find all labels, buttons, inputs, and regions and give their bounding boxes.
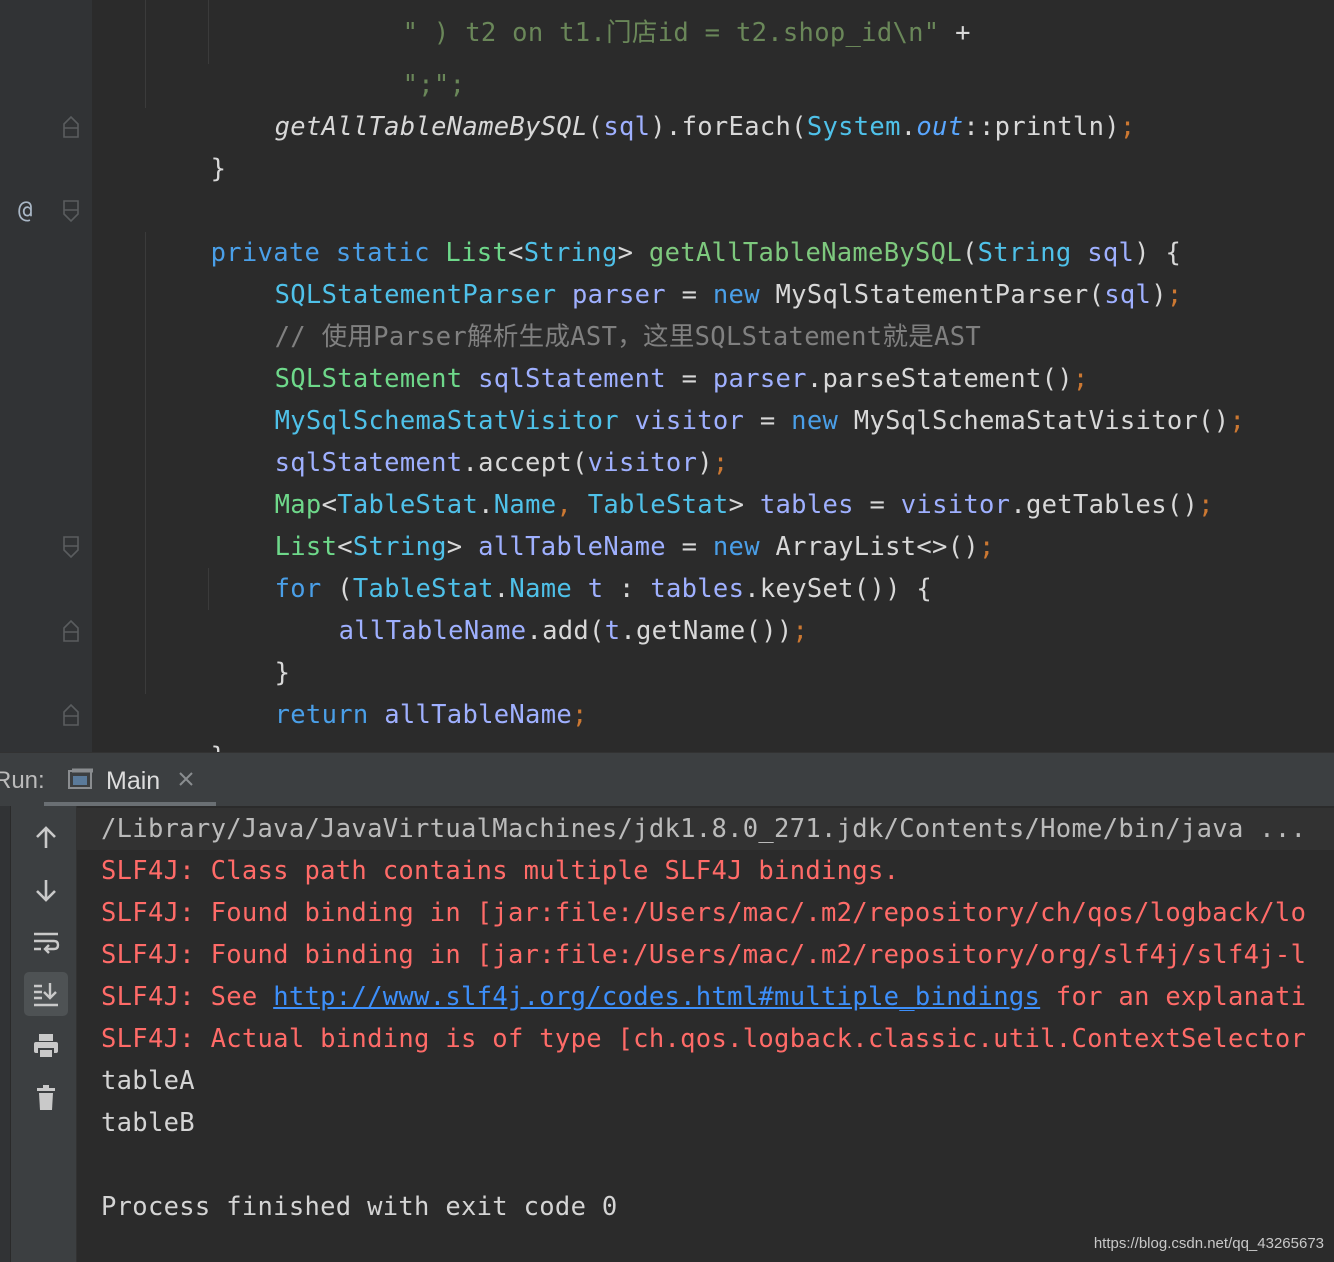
soft-wrap-button[interactable]: [24, 920, 68, 964]
console-window-icon: [68, 768, 93, 789]
arrow-up-icon: [36, 826, 56, 848]
console-error-line: SLF4J: Found binding in [jar:file:/Users…: [101, 940, 1307, 970]
indent-guide: [145, 0, 146, 108]
console-link[interactable]: http://www.slf4j.org/codes.html#multiple…: [273, 982, 1040, 1012]
close-icon[interactable]: [176, 769, 196, 789]
console-error-line: SLF4J: Class path contains multiple SLF4…: [101, 856, 900, 886]
printer-icon: [34, 1034, 58, 1059]
code-line-concat: ";";: [402, 70, 466, 100]
code-line-brace: }: [210, 154, 227, 184]
method-signature: private static List<String> getAllTableN…: [210, 238, 1182, 268]
run-label: Run:: [0, 767, 45, 794]
fold-start-icon[interactable]: [63, 200, 79, 222]
code-editor[interactable]: @ " ) t2 on t1.门店id = t2.shop_id\n" + ";…: [0, 0, 1334, 752]
code-line-accept: sqlStatement.accept(visitor);: [274, 448, 729, 478]
fold-end-icon[interactable]: [63, 620, 79, 642]
code-line-parser: SQLStatementParser parser = new MySqlSta…: [274, 280, 1183, 310]
code-comment: // 使用Parser解析生成AST，这里SQLStatement就是AST: [274, 322, 982, 352]
arrow-down-icon: [36, 880, 56, 902]
console-output[interactable]: /Library/Java/JavaVirtualMachines/jdk1.8…: [77, 806, 1334, 1262]
code-line-class-close: }: [84, 728, 162, 752]
run-toolbar: [0, 806, 77, 1262]
side-edge: [0, 806, 11, 1262]
code-line-add: allTableName.add(t.getName());: [338, 616, 809, 646]
fold-start-icon[interactable]: [63, 536, 79, 558]
scroll-to-end-button[interactable]: [24, 972, 68, 1016]
scroll-to-end-icon: [34, 983, 58, 1007]
console-output-line: tableA: [101, 1066, 195, 1096]
indent-guide: [208, 0, 209, 64]
console-exit-line: Process finished with exit code 0: [101, 1192, 618, 1222]
override-marker-icon[interactable]: @: [18, 196, 32, 224]
code-line-for-close: }: [274, 658, 291, 688]
scroll-down-button[interactable]: [24, 868, 68, 912]
code-line-tables: Map<TableStat.Name, TableStat> tables = …: [274, 490, 1214, 520]
print-button[interactable]: [24, 1024, 68, 1068]
fold-end-icon[interactable]: [63, 116, 79, 138]
code-line-list: List<String> allTableName = new ArrayLis…: [274, 532, 995, 562]
scroll-up-button[interactable]: [24, 816, 68, 860]
clear-all-button[interactable]: [24, 1076, 68, 1120]
console-error-line: SLF4J: Actual binding is of type [ch.qos…: [101, 1024, 1307, 1054]
code-line-for: for (TableStat.Name t : tables.keySet())…: [274, 574, 933, 604]
run-tool-header: Run: Main: [0, 752, 1334, 807]
code-line-visitor: MySqlSchemaStatVisitor visitor = new MyS…: [274, 406, 1246, 436]
watermark: https://blog.csdn.net/qq_43265673: [1093, 1235, 1324, 1252]
fold-end-icon[interactable]: [63, 704, 79, 726]
console-error-line: SLF4J: Found binding in [jar:file:/Users…: [101, 898, 1307, 928]
indent-guide: [208, 568, 209, 610]
tab-main-label: Main: [106, 767, 161, 795]
soft-wrap-icon: [34, 932, 60, 954]
tab-main[interactable]: Main: [44, 753, 216, 807]
code-line-statement: SQLStatement sqlStatement = parser.parse…: [274, 364, 1089, 394]
code-line-foreach: getAllTableNameBySQL(sql).forEach(System…: [274, 112, 1136, 142]
indent-guide: [145, 232, 146, 694]
console-error-line: SLF4J: See http://www.slf4j.org/codes.ht…: [101, 982, 1307, 1012]
trash-icon: [37, 1085, 55, 1110]
console-command-line[interactable]: /Library/Java/JavaVirtualMachines/jdk1.8…: [77, 808, 1334, 850]
code-line-cut: " ) t2 on t1.门店id = t2.shop_id\n" +: [402, 18, 971, 48]
console-output-line: tableB: [101, 1108, 195, 1138]
code-line-return: return allTableName;: [274, 700, 588, 730]
